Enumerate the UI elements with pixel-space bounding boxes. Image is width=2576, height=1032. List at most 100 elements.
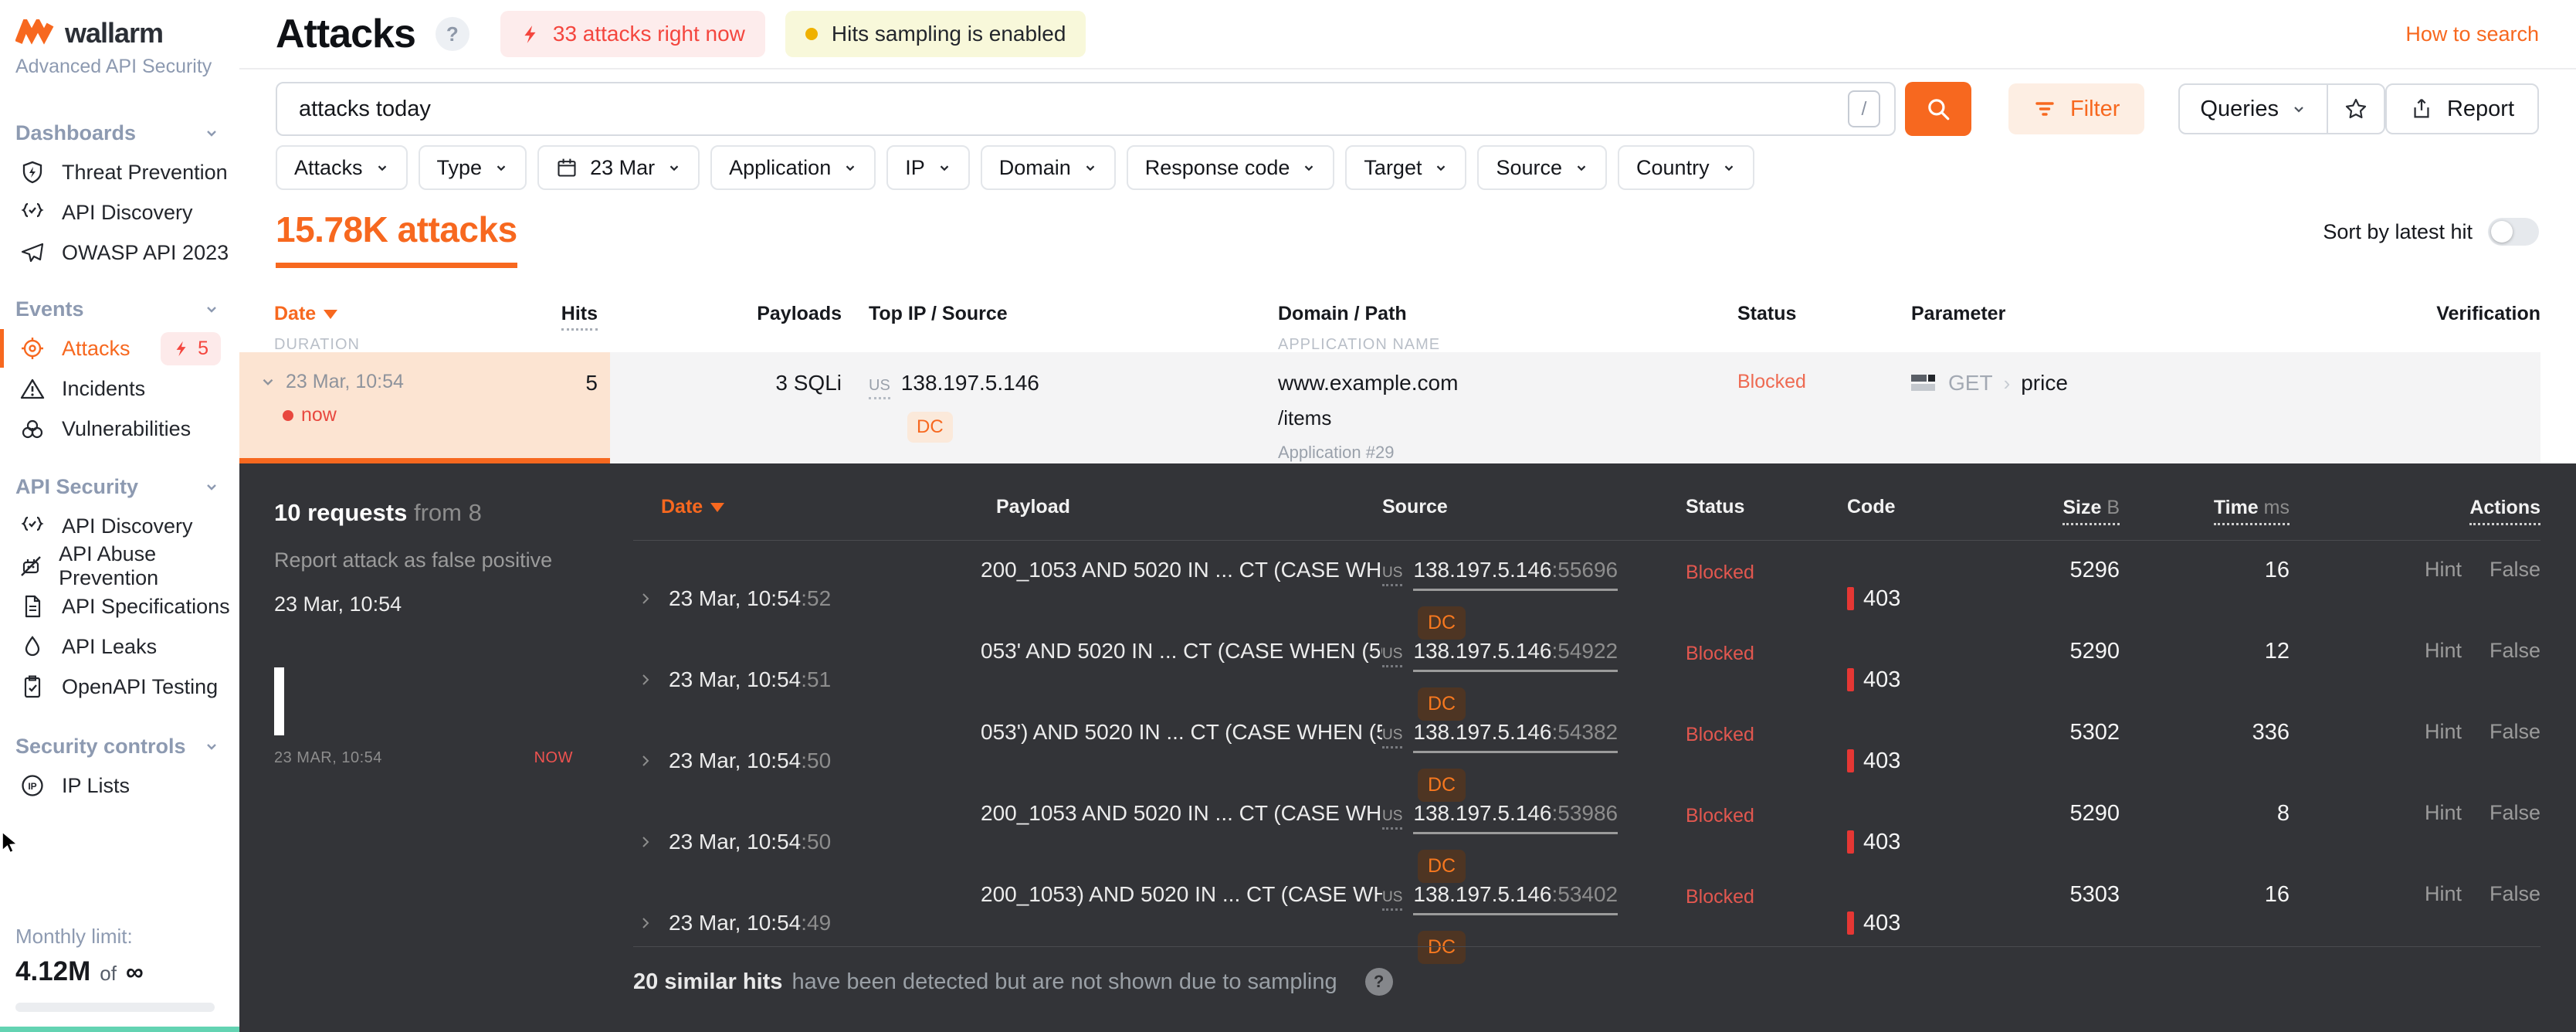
- attack-ip[interactable]: 138.197.5.146: [901, 371, 1039, 395]
- datacenter-badge[interactable]: DC: [907, 412, 953, 443]
- sort-toggle[interactable]: [2488, 218, 2539, 246]
- favorite-star-button[interactable]: [2326, 85, 2384, 133]
- sampling-note-strong: 20 similar hits: [633, 969, 783, 994]
- false-action[interactable]: False: [2490, 558, 2540, 581]
- chip-domain[interactable]: Domain: [980, 145, 1116, 190]
- search-button[interactable]: [1904, 82, 1971, 136]
- chip-source[interactable]: Source: [1477, 145, 1608, 190]
- hint-action[interactable]: Hint: [2425, 801, 2462, 824]
- req-col-source: Source: [1382, 496, 1448, 518]
- country-code[interactable]: US: [1382, 565, 1403, 586]
- false-action[interactable]: False: [2490, 720, 2540, 743]
- false-action[interactable]: False: [2490, 882, 2540, 905]
- code-severity-bar: [1847, 830, 1854, 854]
- sidebar-item-api-discovery[interactable]: API Discovery: [0, 192, 239, 233]
- col-hits[interactable]: Hits: [561, 303, 598, 331]
- sidebar-item-ip-lists[interactable]: IP IP Lists: [0, 766, 239, 806]
- attack-date-cell[interactable]: 23 Mar, 10:54 now 5: [239, 352, 610, 463]
- request-ip[interactable]: 138.197.5.146:53986: [1413, 801, 1618, 834]
- chevron-right-icon[interactable]: [638, 834, 653, 850]
- chevron-down-icon: [1437, 165, 1446, 171]
- chip-date[interactable]: 23 Mar: [537, 145, 700, 190]
- question-icon[interactable]: ?: [1364, 968, 1393, 996]
- attacks-count-tab[interactable]: 15.78K attacks: [276, 209, 517, 268]
- chevron-right-icon[interactable]: [638, 672, 653, 687]
- request-ip[interactable]: 138.197.5.146:55696: [1413, 558, 1618, 591]
- sidebar-item-api-abuse-prevention[interactable]: API Abuse Prevention: [0, 542, 239, 589]
- hint-action[interactable]: Hint: [2425, 639, 2462, 662]
- bot-blocked-icon: [19, 554, 43, 579]
- req-col-time[interactable]: Time ms: [2213, 497, 2290, 525]
- country-code[interactable]: US: [869, 377, 890, 399]
- help-icon[interactable]: ?: [435, 17, 469, 51]
- sidebar-item-threat-prevention[interactable]: Threat Prevention: [0, 152, 239, 192]
- hint-action[interactable]: Hint: [2425, 720, 2462, 743]
- request-row[interactable]: 23 Mar, 10:54:52 200_1053 AND 5020 IN ..…: [633, 541, 2540, 640]
- chevron-down-icon: [669, 165, 679, 171]
- section-security-controls[interactable]: Security controls: [0, 727, 239, 766]
- filter-button[interactable]: Filter: [2008, 83, 2145, 134]
- req-col-status: Status: [1686, 496, 1745, 518]
- sidebar-item-vulnerabilities[interactable]: Vulnerabilities: [0, 409, 239, 449]
- request-ip[interactable]: 138.197.5.146:54922: [1413, 639, 1618, 672]
- country-code[interactable]: US: [1382, 646, 1403, 667]
- request-row[interactable]: 23 Mar, 10:54:51 053' AND 5020 IN ... CT…: [633, 622, 2540, 721]
- sidebar-item-incidents[interactable]: Incidents: [0, 368, 239, 409]
- attack-domain[interactable]: www.example.com: [1278, 371, 1710, 395]
- chevron-down-icon: [1724, 165, 1733, 171]
- country-code[interactable]: US: [1382, 889, 1403, 911]
- chip-response-code[interactable]: Response code: [1126, 145, 1335, 190]
- false-action[interactable]: False: [2490, 639, 2540, 662]
- attack-parameter[interactable]: price: [2021, 371, 2068, 395]
- false-action[interactable]: False: [2490, 801, 2540, 824]
- chip-target[interactable]: Target: [1345, 145, 1467, 190]
- chip-attacks[interactable]: Attacks: [276, 145, 408, 190]
- req-col-size[interactable]: Size B: [2062, 497, 2120, 525]
- hint-action[interactable]: Hint: [2425, 558, 2462, 581]
- attacks-right-now-badge[interactable]: 33 attacks right now: [500, 11, 765, 57]
- sidebar-item-api-specifications[interactable]: API Specifications: [0, 586, 239, 626]
- chevron-right-icon[interactable]: [638, 915, 653, 931]
- chip-ip[interactable]: IP: [886, 145, 970, 190]
- brand-logo[interactable]: wallarm: [0, 0, 239, 49]
- chip-country[interactable]: Country: [1618, 145, 1754, 190]
- section-label: Security controls: [15, 734, 186, 758]
- sidebar-item-owasp-api-2023[interactable]: OWASP API 2023: [0, 233, 239, 273]
- req-col-actions[interactable]: Actions: [2469, 497, 2540, 525]
- sidebar-item-api-discovery-2[interactable]: API Discovery: [0, 506, 239, 546]
- chevron-right-icon[interactable]: [638, 753, 653, 769]
- hint-action[interactable]: Hint: [2425, 882, 2462, 905]
- request-ip[interactable]: 138.197.5.146:53402: [1413, 882, 1618, 915]
- req-col-date[interactable]: Date: [661, 496, 725, 518]
- timeline-now: NOW: [534, 749, 573, 766]
- brand-subtitle: Advanced API Security: [15, 56, 212, 77]
- sidebar-item-openapi-testing[interactable]: OpenAPI Testing: [0, 667, 239, 707]
- section-events[interactable]: Events: [0, 290, 239, 328]
- col-verification: Verification: [2436, 303, 2540, 324]
- chevron-right-icon[interactable]: [638, 591, 653, 606]
- report-false-positive-link[interactable]: Report attack as false positive: [274, 548, 633, 572]
- slash-shortcut-key: /: [1847, 90, 1880, 127]
- attack-row[interactable]: 23 Mar, 10:54 now 5 3 SQLi US 138.197.5.…: [239, 352, 2576, 463]
- request-row[interactable]: 23 Mar, 10:54:49 200_1053) AND 5020 IN .…: [633, 865, 2540, 964]
- col-parameter: Parameter: [1911, 303, 2006, 324]
- country-code[interactable]: US: [1382, 808, 1403, 830]
- col-date[interactable]: Date: [274, 303, 338, 324]
- sidebar-item-api-leaks[interactable]: API Leaks: [0, 626, 239, 667]
- request-row[interactable]: 23 Mar, 10:54:50 053') AND 5020 IN ... C…: [633, 703, 2540, 802]
- attack-path[interactable]: /items: [1278, 406, 1710, 430]
- chip-application[interactable]: Application: [710, 145, 876, 190]
- request-ip[interactable]: 138.197.5.146:54382: [1413, 720, 1618, 753]
- section-dashboards[interactable]: Dashboards: [0, 114, 239, 152]
- search-input[interactable]: attacks today /: [276, 82, 1896, 136]
- report-button[interactable]: Report: [2384, 83, 2539, 134]
- request-row[interactable]: 23 Mar, 10:54:50 200_1053 AND 5020 IN ..…: [633, 784, 2540, 883]
- queries-dropdown[interactable]: Queries: [2180, 85, 2327, 133]
- country-code[interactable]: US: [1382, 727, 1403, 749]
- sidebar-item-label: OWASP API 2023: [62, 240, 229, 264]
- section-api-security[interactable]: API Security: [0, 467, 239, 506]
- attack-payloads[interactable]: 3 SQLi: [775, 371, 842, 395]
- chip-type[interactable]: Type: [418, 145, 527, 190]
- how-to-search-link[interactable]: How to search: [2405, 22, 2539, 46]
- sidebar-item-attacks[interactable]: Attacks 5: [0, 328, 239, 368]
